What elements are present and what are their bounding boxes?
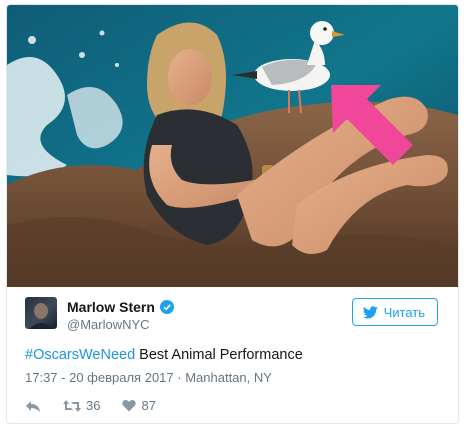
like-count: 87 — [141, 398, 156, 413]
author-handle[interactable]: @MarlowNYC — [67, 317, 150, 332]
tweet-actions: 36 87 — [25, 398, 178, 413]
meta-dot: · — [173, 370, 186, 385]
avatar[interactable] — [25, 297, 57, 329]
retweet-count: 36 — [86, 398, 101, 413]
retweet-icon — [63, 399, 81, 412]
follow-button[interactable]: Читать — [351, 298, 438, 326]
heart-icon — [122, 399, 137, 412]
like-button[interactable]: 87 — [122, 398, 156, 413]
tweet-time[interactable]: 17:37 — [25, 370, 58, 385]
retweet-button[interactable]: 36 — [63, 398, 100, 413]
tweet-text: #OscarsWeNeed Best Animal Performance — [25, 347, 303, 363]
follow-button-label: Читать — [383, 304, 425, 320]
twitter-bird-icon — [362, 305, 378, 318]
author-name-row: Marlow Stern — [67, 299, 174, 315]
reply-button[interactable] — [25, 399, 41, 413]
tweet-card: Marlow Stern @MarlowNYC Читать #OscarsWe… — [6, 4, 459, 424]
verified-badge-icon — [159, 300, 174, 314]
pink-arrow-icon — [331, 85, 413, 165]
tweet-body: Best Animal Performance — [135, 347, 303, 363]
tweet-header: Marlow Stern @MarlowNYC Читать — [25, 297, 444, 337]
hashtag-link[interactable]: #OscarsWeNeed — [25, 347, 135, 363]
author-name[interactable]: Marlow Stern — [67, 299, 155, 315]
tweet-meta: 17:37 - 20 февраля 2017 · Manhattan, NY — [25, 370, 272, 385]
meta-separator: - — [57, 370, 70, 385]
tweet-photo[interactable] — [7, 5, 458, 287]
reply-icon — [26, 400, 40, 412]
tweet-date[interactable]: 20 февраля 2017 — [69, 370, 174, 385]
tweet-location[interactable]: Manhattan, NY — [185, 370, 272, 385]
avatar-portrait-icon — [29, 303, 53, 329]
